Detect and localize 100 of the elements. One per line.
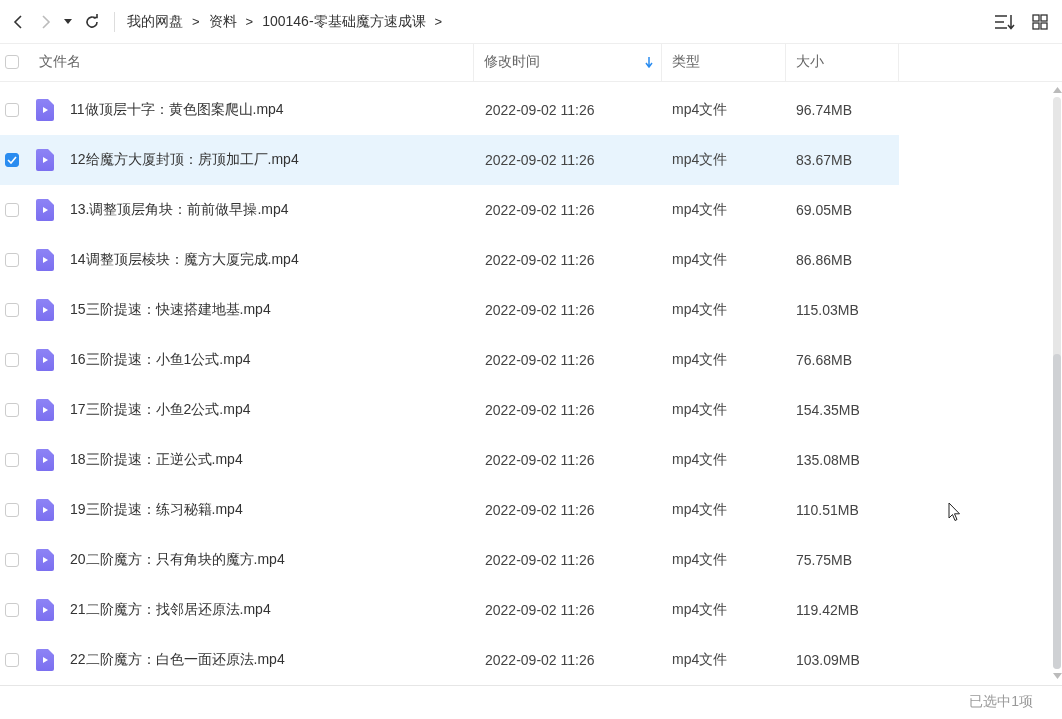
scroll-up-icon[interactable] <box>1052 86 1062 93</box>
row-checkbox[interactable] <box>4 552 19 567</box>
modified-time: 2022-09-02 11:26 <box>485 401 595 418</box>
file-row[interactable]: 17三阶提速：小鱼2公式.mp4 2022-09-02 11:26 mp4文件 154.35MB <box>0 384 899 435</box>
file-type: mp4文件 <box>672 300 728 319</box>
modified-time: 2022-09-02 11:26 <box>485 301 595 318</box>
mouse-pointer-icon <box>948 501 961 522</box>
column-header[interactable]: 类型 <box>662 44 786 81</box>
video-file-icon <box>36 398 54 421</box>
file-row[interactable]: 14调整顶层棱块：魔方大厦完成.mp4 2022-09-02 11:26 mp4文件 86.86MB <box>0 234 899 285</box>
video-file-icon <box>36 298 54 321</box>
file-name: 11做顶层十字：黄色图案爬山.mp4 <box>70 100 284 119</box>
breadcrumb-separator: > <box>192 14 200 30</box>
modified-time: 2022-09-02 11:26 <box>485 551 595 568</box>
file-type: mp4文件 <box>672 150 728 169</box>
file-type: mp4文件 <box>672 500 728 519</box>
file-size: 110.51MB <box>796 501 859 518</box>
file-type: mp4文件 <box>672 350 728 369</box>
back-icon[interactable] <box>12 13 24 30</box>
file-row[interactable]: 18三阶提速：正逆公式.mp4 2022-09-02 11:26 mp4文件 135.08MB <box>0 434 899 485</box>
file-name: 14调整顶层棱块：魔方大厦完成.mp4 <box>70 250 299 269</box>
file-size: 154.35MB <box>796 401 860 418</box>
file-name: 22二阶魔方：白色一面还原法.mp4 <box>70 650 285 669</box>
video-file-icon <box>36 348 54 371</box>
file-size: 86.86MB <box>796 251 853 268</box>
file-name: 13.调整顶层角块：前前做早操.mp4 <box>70 200 289 219</box>
row-checkbox[interactable] <box>4 302 19 317</box>
video-file-icon <box>36 248 54 271</box>
row-checkbox[interactable] <box>4 202 19 217</box>
file-type: mp4文件 <box>672 100 728 119</box>
file-type: mp4文件 <box>672 600 728 619</box>
video-file-icon <box>36 148 54 171</box>
file-size: 76.68MB <box>796 351 853 368</box>
file-size: 115.03MB <box>796 301 859 318</box>
modified-time: 2022-09-02 11:26 <box>485 351 595 368</box>
modified-time: 2022-09-02 11:26 <box>485 251 595 268</box>
modified-time: 2022-09-02 11:26 <box>485 501 595 518</box>
modified-time: 2022-09-02 11:26 <box>485 201 595 218</box>
column-header[interactable]: 大小 <box>786 44 899 81</box>
row-checkbox[interactable] <box>4 402 19 417</box>
row-checkbox[interactable] <box>4 102 19 117</box>
select-all-checkbox[interactable] <box>4 55 19 70</box>
row-checkbox[interactable] <box>4 602 19 617</box>
breadcrumb-item[interactable]: 我的网盘 <box>127 12 183 31</box>
file-type: mp4文件 <box>672 400 728 419</box>
forward-icon[interactable] <box>40 13 52 30</box>
file-row[interactable]: 15三阶提速：快速搭建地基.mp4 2022-09-02 11:26 mp4文件 115.03MB <box>0 284 899 335</box>
file-size: 103.09MB <box>796 651 860 668</box>
video-file-icon <box>36 548 54 571</box>
file-row[interactable]: 11做顶层十字：黄色图案爬山.mp4 2022-09-02 11:26 mp4文件 96.74MB <box>0 84 899 135</box>
breadcrumb-separator: > <box>245 14 254 30</box>
file-row[interactable]: 19三阶提速：练习秘籍.mp4 2022-09-02 11:26 mp4文件 110.51MB <box>0 484 899 535</box>
video-file-icon <box>36 198 54 221</box>
column-header[interactable]: 修改时间 <box>474 44 662 81</box>
file-row[interactable]: 12给魔方大厦封顶：房顶加工厂.mp4 2022-09-02 11:26 mp4文件 83.67MB <box>0 134 899 185</box>
modified-time: 2022-09-02 11:26 <box>485 601 595 618</box>
file-name: 16三阶提速：小鱼1公式.mp4 <box>70 350 251 369</box>
file-row[interactable]: 21二阶魔方：找邻居还原法.mp4 2022-09-02 11:26 mp4文件 119.42MB <box>0 584 899 635</box>
file-type: mp4文件 <box>672 550 728 569</box>
dropdown-icon[interactable] <box>64 18 72 25</box>
file-size: 96.74MB <box>796 101 853 118</box>
file-type: mp4文件 <box>672 200 728 219</box>
file-row[interactable]: 13.调整顶层角块：前前做早操.mp4 2022-09-02 11:26 mp4文件 69.05MB <box>0 184 899 235</box>
column-header[interactable]: 文件名 <box>23 44 474 81</box>
grid-view-icon[interactable] <box>1032 13 1048 30</box>
file-row[interactable]: 16三阶提速：小鱼1公式.mp4 2022-09-02 11:26 mp4文件 76.68MB <box>0 334 899 385</box>
video-file-icon <box>36 448 54 471</box>
file-type: mp4文件 <box>672 650 728 669</box>
modified-time: 2022-09-02 11:26 <box>485 451 595 468</box>
breadcrumb-item[interactable]: 资料 <box>208 12 237 31</box>
file-size: 75.75MB <box>796 551 853 568</box>
modified-time: 2022-09-02 11:26 <box>485 151 595 168</box>
row-checkbox[interactable] <box>4 252 19 267</box>
breadcrumb-item[interactable]: 100146-零基础魔方速成课 <box>262 12 426 31</box>
file-name: 12给魔方大厦封顶：房顶加工厂.mp4 <box>70 150 299 169</box>
file-name: 17三阶提速：小鱼2公式.mp4 <box>70 400 251 419</box>
file-size: 83.67MB <box>796 151 853 168</box>
file-size: 69.05MB <box>796 201 853 218</box>
row-checkbox[interactable] <box>4 452 19 467</box>
file-type: mp4文件 <box>672 250 728 269</box>
row-checkbox[interactable] <box>4 502 19 517</box>
sort-icon[interactable] <box>994 13 1016 30</box>
row-checkbox[interactable] <box>4 152 19 167</box>
file-row[interactable]: 22二阶魔方：白色一面还原法.mp4 2022-09-02 11:26 mp4文件 103.09MB <box>0 634 899 685</box>
file-row[interactable]: 20二阶魔方：只有角块的魔方.mp4 2022-09-02 11:26 mp4文件 75.75MB <box>0 534 899 585</box>
video-file-icon <box>36 498 54 521</box>
file-name: 19三阶提速：练习秘籍.mp4 <box>70 500 243 519</box>
video-file-icon <box>36 598 54 621</box>
row-checkbox[interactable] <box>4 352 19 367</box>
refresh-icon[interactable] <box>84 13 100 30</box>
selection-status: 已选中1项 <box>969 693 1033 712</box>
file-name: 15三阶提速：快速搭建地基.mp4 <box>70 300 271 319</box>
breadcrumb-separator: > <box>434 14 443 30</box>
video-file-icon <box>36 98 54 121</box>
file-name: 21二阶魔方：找邻居还原法.mp4 <box>70 600 271 619</box>
modified-time: 2022-09-02 11:26 <box>485 101 595 118</box>
row-checkbox[interactable] <box>4 652 19 667</box>
scroll-down-icon[interactable] <box>1052 672 1062 679</box>
file-type: mp4文件 <box>672 450 728 469</box>
file-size: 135.08MB <box>796 451 860 468</box>
